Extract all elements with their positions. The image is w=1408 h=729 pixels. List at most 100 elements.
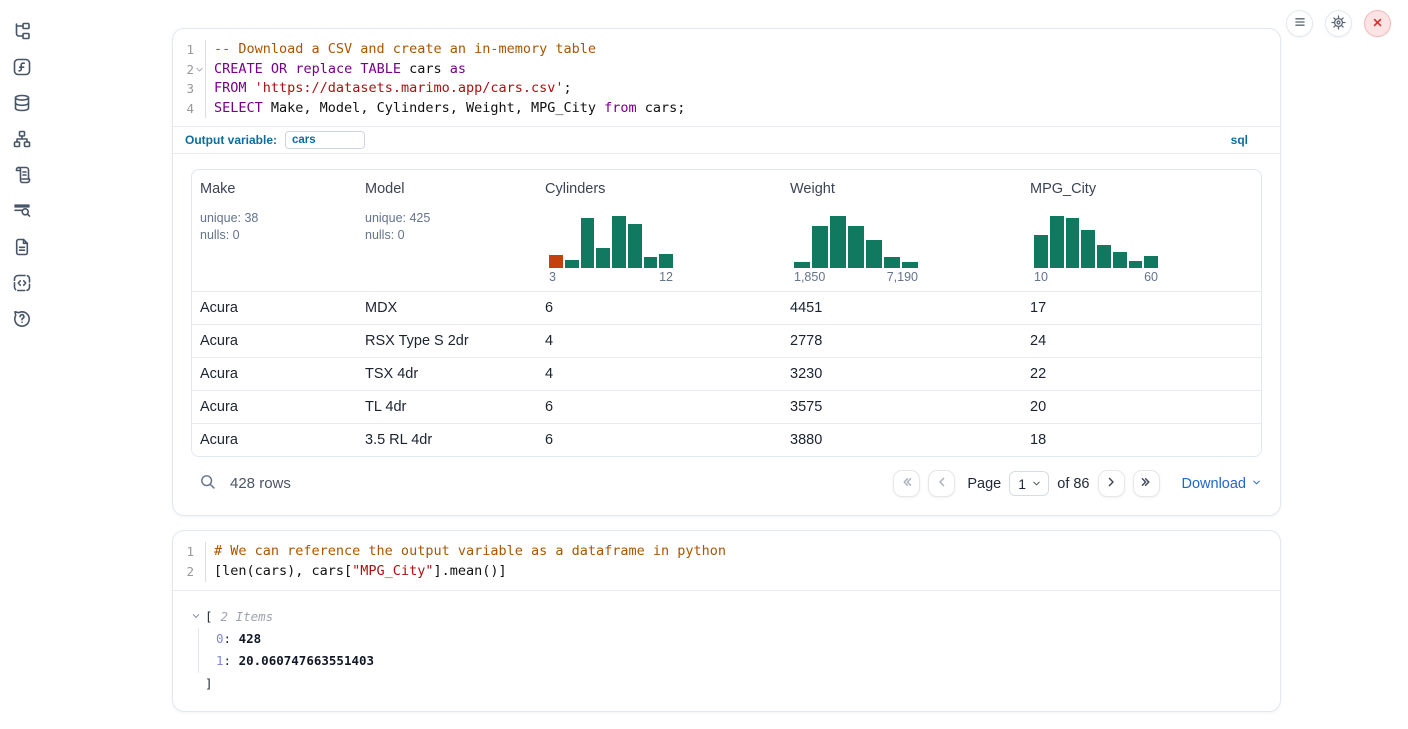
variables-function-icon xyxy=(12,57,32,80)
tree-collapse-toggle[interactable] xyxy=(191,606,201,628)
code-line: 1# We can reference the output variable … xyxy=(173,542,1280,562)
tree-root-line: [ 2 Items xyxy=(191,606,1262,628)
settings-button[interactable] xyxy=(1325,10,1352,37)
column-stat: nulls: 0 xyxy=(365,227,529,244)
tree-entry-value: 20.060747663551403 xyxy=(239,653,374,668)
sidebar-item-help[interactable] xyxy=(12,310,32,330)
first-page-button[interactable] xyxy=(893,470,920,497)
menu-button[interactable] xyxy=(1286,10,1313,37)
table-cell: 24 xyxy=(1022,324,1261,357)
python-cell-output: [ 2 Items 0: 4281: 20.060747663551403 ] xyxy=(173,590,1280,712)
sql-cell: 1 -- Download a CSV and create an in-memo… xyxy=(172,28,1281,516)
code-token: Make, Model, Cylinders, Weight, MPG_City xyxy=(263,100,604,116)
line-number-gutter: 3 xyxy=(173,79,206,99)
code-line: 4SELECT Make, Model, Cylinders, Weight, … xyxy=(173,99,1280,119)
sidebar-item-file-explorer[interactable] xyxy=(12,22,32,42)
shutdown-button[interactable] xyxy=(1364,10,1391,37)
page-total-label: of 86 xyxy=(1057,476,1089,492)
line-number: 3 xyxy=(186,79,194,99)
column-header-Make[interactable]: Makeunique: 38nulls: 0 xyxy=(192,170,357,291)
table-cell: TSX 4dr xyxy=(357,357,537,390)
column-header-Cylinders[interactable]: Cylinders312 xyxy=(537,170,782,291)
column-stat: unique: 425 xyxy=(365,210,529,227)
table-header-row: Makeunique: 38nulls: 0Modelunique: 425nu… xyxy=(192,170,1261,291)
histogram-bar xyxy=(866,240,882,269)
table-cell: 3575 xyxy=(782,390,1022,423)
histogram-bar xyxy=(1113,252,1127,269)
sidebar-item-snippets[interactable] xyxy=(12,274,32,294)
sql-code-editor[interactable]: 1 -- Download a CSV and create an in-memo… xyxy=(173,29,1280,126)
next-page-button[interactable] xyxy=(1098,470,1125,497)
table-cell: 6 xyxy=(537,423,782,456)
table-cell: Acura xyxy=(192,324,357,357)
line-number-gutter: 4 xyxy=(173,99,206,119)
histogram-bar xyxy=(1081,230,1095,268)
column-stats: unique: 38nulls: 0 xyxy=(200,210,349,244)
sidebar-item-variables[interactable] xyxy=(12,58,32,78)
menu-icon xyxy=(1291,13,1309,34)
table-cell: 6 xyxy=(537,291,782,324)
fold-chevron-icon[interactable] xyxy=(194,65,205,74)
line-number-gutter: 2 xyxy=(173,562,206,582)
pagination: Page 1 of 86 xyxy=(893,470,1262,497)
table-row[interactable]: AcuraRSX Type S 2dr4277824 xyxy=(192,324,1261,357)
table-cell: Acura xyxy=(192,423,357,456)
sidebar-item-outline[interactable] xyxy=(12,166,32,186)
tree-entry[interactable]: 0: 428 xyxy=(216,628,1262,650)
dependency-graph-icon xyxy=(12,129,32,152)
table-row[interactable]: AcuraTL 4dr6357520 xyxy=(192,390,1261,423)
column-header-MPG_City[interactable]: MPG_City1060 xyxy=(1022,170,1261,291)
histogram-bar xyxy=(794,262,810,269)
sidebar-item-documentation[interactable] xyxy=(12,238,32,258)
table-cell: 3.5 RL 4dr xyxy=(357,423,537,456)
table-row[interactable]: Acura3.5 RL 4dr6388018 xyxy=(192,423,1261,456)
table-cell: 2778 xyxy=(782,324,1022,357)
download-button[interactable]: Download xyxy=(1182,476,1263,492)
last-page-button[interactable] xyxy=(1133,470,1160,497)
previous-page-button[interactable] xyxy=(928,470,955,497)
histogram-bar xyxy=(628,224,642,269)
table-row[interactable]: AcuraTSX 4dr4323022 xyxy=(192,357,1261,390)
line-number-gutter: 1 xyxy=(173,542,206,562)
tree-close-bracket: ] xyxy=(205,673,1262,695)
table-row[interactable]: AcuraMDX6445117 xyxy=(192,291,1261,324)
tree-entry[interactable]: 1: 20.060747663551403 xyxy=(216,650,1262,672)
column-header-Model[interactable]: Modelunique: 425nulls: 0 xyxy=(357,170,537,291)
histogram-bar xyxy=(565,260,579,268)
histogram-Cylinders: 312 xyxy=(545,216,774,284)
table-cell: 6 xyxy=(537,390,782,423)
help-chat-icon xyxy=(12,309,32,332)
python-code-editor[interactable]: 1# We can reference the output variable … xyxy=(173,531,1280,589)
histogram-bar xyxy=(1034,235,1048,269)
axis-max-label: 7,190 xyxy=(887,270,918,284)
axis-max-label: 12 xyxy=(659,270,673,284)
code-text: -- Download a CSV and create an in-memor… xyxy=(206,40,596,60)
page-select[interactable]: 1 xyxy=(1009,471,1049,496)
line-number: 4 xyxy=(186,99,194,119)
line-number: 1 xyxy=(186,40,194,60)
histogram-axis-labels: 1060 xyxy=(1034,270,1158,284)
output-variable-input[interactable] xyxy=(285,131,365,149)
sidebar-item-datasources[interactable] xyxy=(12,94,32,114)
table-cell: 3230 xyxy=(782,357,1022,390)
tree-entry-key: 1 xyxy=(216,653,224,668)
histogram-bar xyxy=(812,226,828,269)
histogram-Weight: 1,8507,190 xyxy=(790,216,1014,284)
sidebar-item-dependency-graph[interactable] xyxy=(12,130,32,150)
code-token: FROM xyxy=(214,80,247,96)
code-text: [len(cars), cars["MPG_City"].mean()] xyxy=(206,562,507,582)
datasources-database-icon xyxy=(12,93,32,116)
column-header-Weight[interactable]: Weight1,8507,190 xyxy=(782,170,1022,291)
table-search-button[interactable] xyxy=(199,473,217,494)
chevrons-left-icon xyxy=(899,474,915,493)
line-number-gutter: 1 xyxy=(173,40,206,60)
tree-items-count: 2 Items xyxy=(221,606,274,628)
sidebar-item-logs[interactable] xyxy=(12,202,32,222)
output-variable-label: Output variable: xyxy=(185,133,277,147)
page-label: Page xyxy=(967,476,1001,492)
tree-entries: 0: 4281: 20.060747663551403 xyxy=(198,628,1262,673)
code-token: as xyxy=(450,61,466,77)
snippets-code-icon xyxy=(12,273,32,296)
logs-list-search-icon xyxy=(12,201,32,224)
table-cell: 3880 xyxy=(782,423,1022,456)
